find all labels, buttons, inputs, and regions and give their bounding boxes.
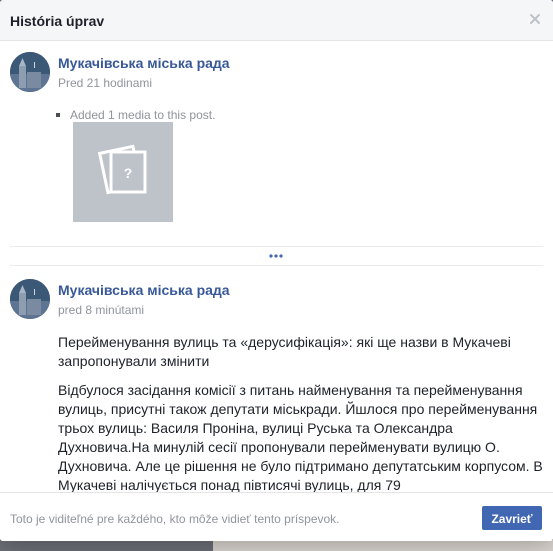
avatar[interactable]: [10, 279, 50, 319]
timestamp[interactable]: Pred 21 hodinami: [58, 76, 152, 90]
dialog-header: História úprav: [0, 0, 553, 41]
more-dots-icon[interactable]: [268, 252, 284, 260]
post-body-paragraph: Відбулося засідання комісії з питань най…: [58, 382, 543, 492]
timestamp[interactable]: pred 8 minútami: [58, 303, 144, 317]
svg-text:?: ?: [124, 165, 133, 181]
divider: [10, 246, 543, 247]
dialog-title: História úprav: [10, 13, 105, 29]
page-background: [213, 540, 553, 551]
avatar[interactable]: [10, 52, 50, 92]
history-list[interactable]: Мукачівська міська рада Pred 21 hodinami…: [0, 41, 553, 492]
author-link[interactable]: Мукачівська міська рада: [58, 282, 230, 298]
divider: [10, 265, 543, 266]
close-button[interactable]: Zavrieť: [482, 506, 542, 530]
edit-history-dialog: História úprav Мукачівська міська рада P…: [0, 0, 553, 541]
bullet-icon: [56, 113, 60, 117]
author-link[interactable]: Мукачівська міська рада: [58, 55, 230, 71]
post-title-paragraph: Перейменування вулиць та «дерусифікація»…: [58, 334, 511, 369]
close-icon[interactable]: [527, 11, 543, 27]
dialog-footer: Toto je viditeľné pre každého, kto môže …: [0, 492, 553, 541]
visibility-note: Toto je viditeľné pre každého, kto môže …: [10, 512, 340, 526]
photo-placeholder-icon: ?: [97, 144, 147, 195]
change-description: Added 1 media to this post.: [70, 108, 216, 122]
media-thumbnail[interactable]: ?: [73, 122, 173, 222]
